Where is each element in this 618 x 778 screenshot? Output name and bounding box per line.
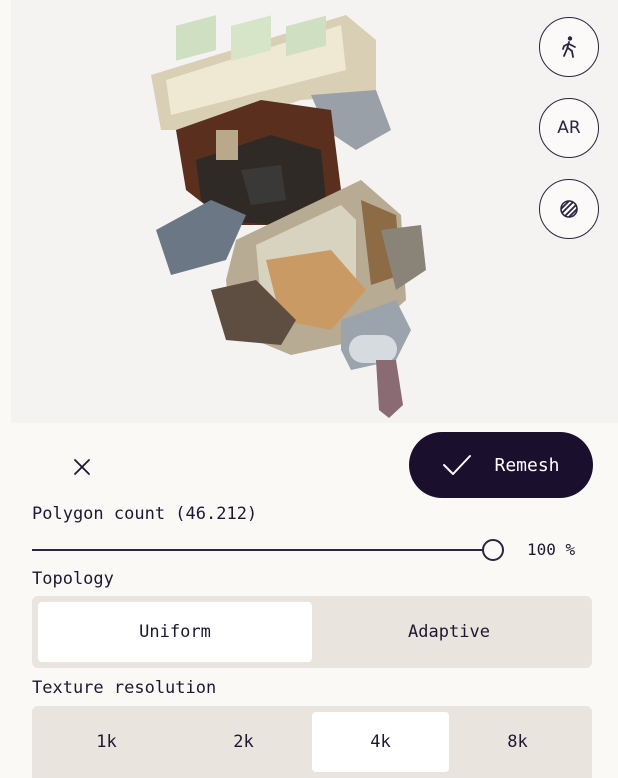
topology-option-uniform[interactable]: Uniform	[38, 602, 312, 662]
model-viewport[interactable]: AR	[11, 0, 618, 423]
texture-option-2k[interactable]: 2k	[175, 712, 312, 772]
close-button[interactable]	[58, 445, 106, 489]
polygon-slider-thumb[interactable]	[482, 539, 504, 561]
topology-label: Topology	[32, 569, 114, 589]
topology-option-adaptive[interactable]: Adaptive	[312, 602, 586, 662]
texture-segmented-control: 1k 2k 4k 8k	[32, 706, 592, 778]
remesh-label: Remesh	[494, 454, 560, 476]
polygon-slider-track[interactable]	[32, 549, 484, 551]
polygon-count-label: Polygon count (46.212)	[32, 504, 258, 524]
ar-label: AR	[557, 118, 581, 138]
close-icon	[74, 459, 90, 475]
texture-option-4k[interactable]: 4k	[312, 712, 449, 772]
texture-option-8k[interactable]: 8k	[449, 712, 586, 772]
topology-segmented-control: Uniform Adaptive	[32, 596, 592, 668]
ar-button[interactable]: AR	[539, 98, 599, 158]
check-icon	[443, 455, 472, 475]
material-view-button[interactable]	[539, 179, 599, 239]
walk-mode-button[interactable]	[539, 17, 599, 77]
striped-sphere-icon	[560, 200, 578, 218]
polygon-slider-value: 100 %	[527, 540, 576, 559]
walking-person-icon	[562, 36, 576, 58]
remesh-button[interactable]: Remesh	[409, 432, 593, 498]
texture-option-1k[interactable]: 1k	[38, 712, 175, 772]
house-3d-model[interactable]	[11, 0, 618, 423]
texture-resolution-label: Texture resolution	[32, 678, 217, 698]
